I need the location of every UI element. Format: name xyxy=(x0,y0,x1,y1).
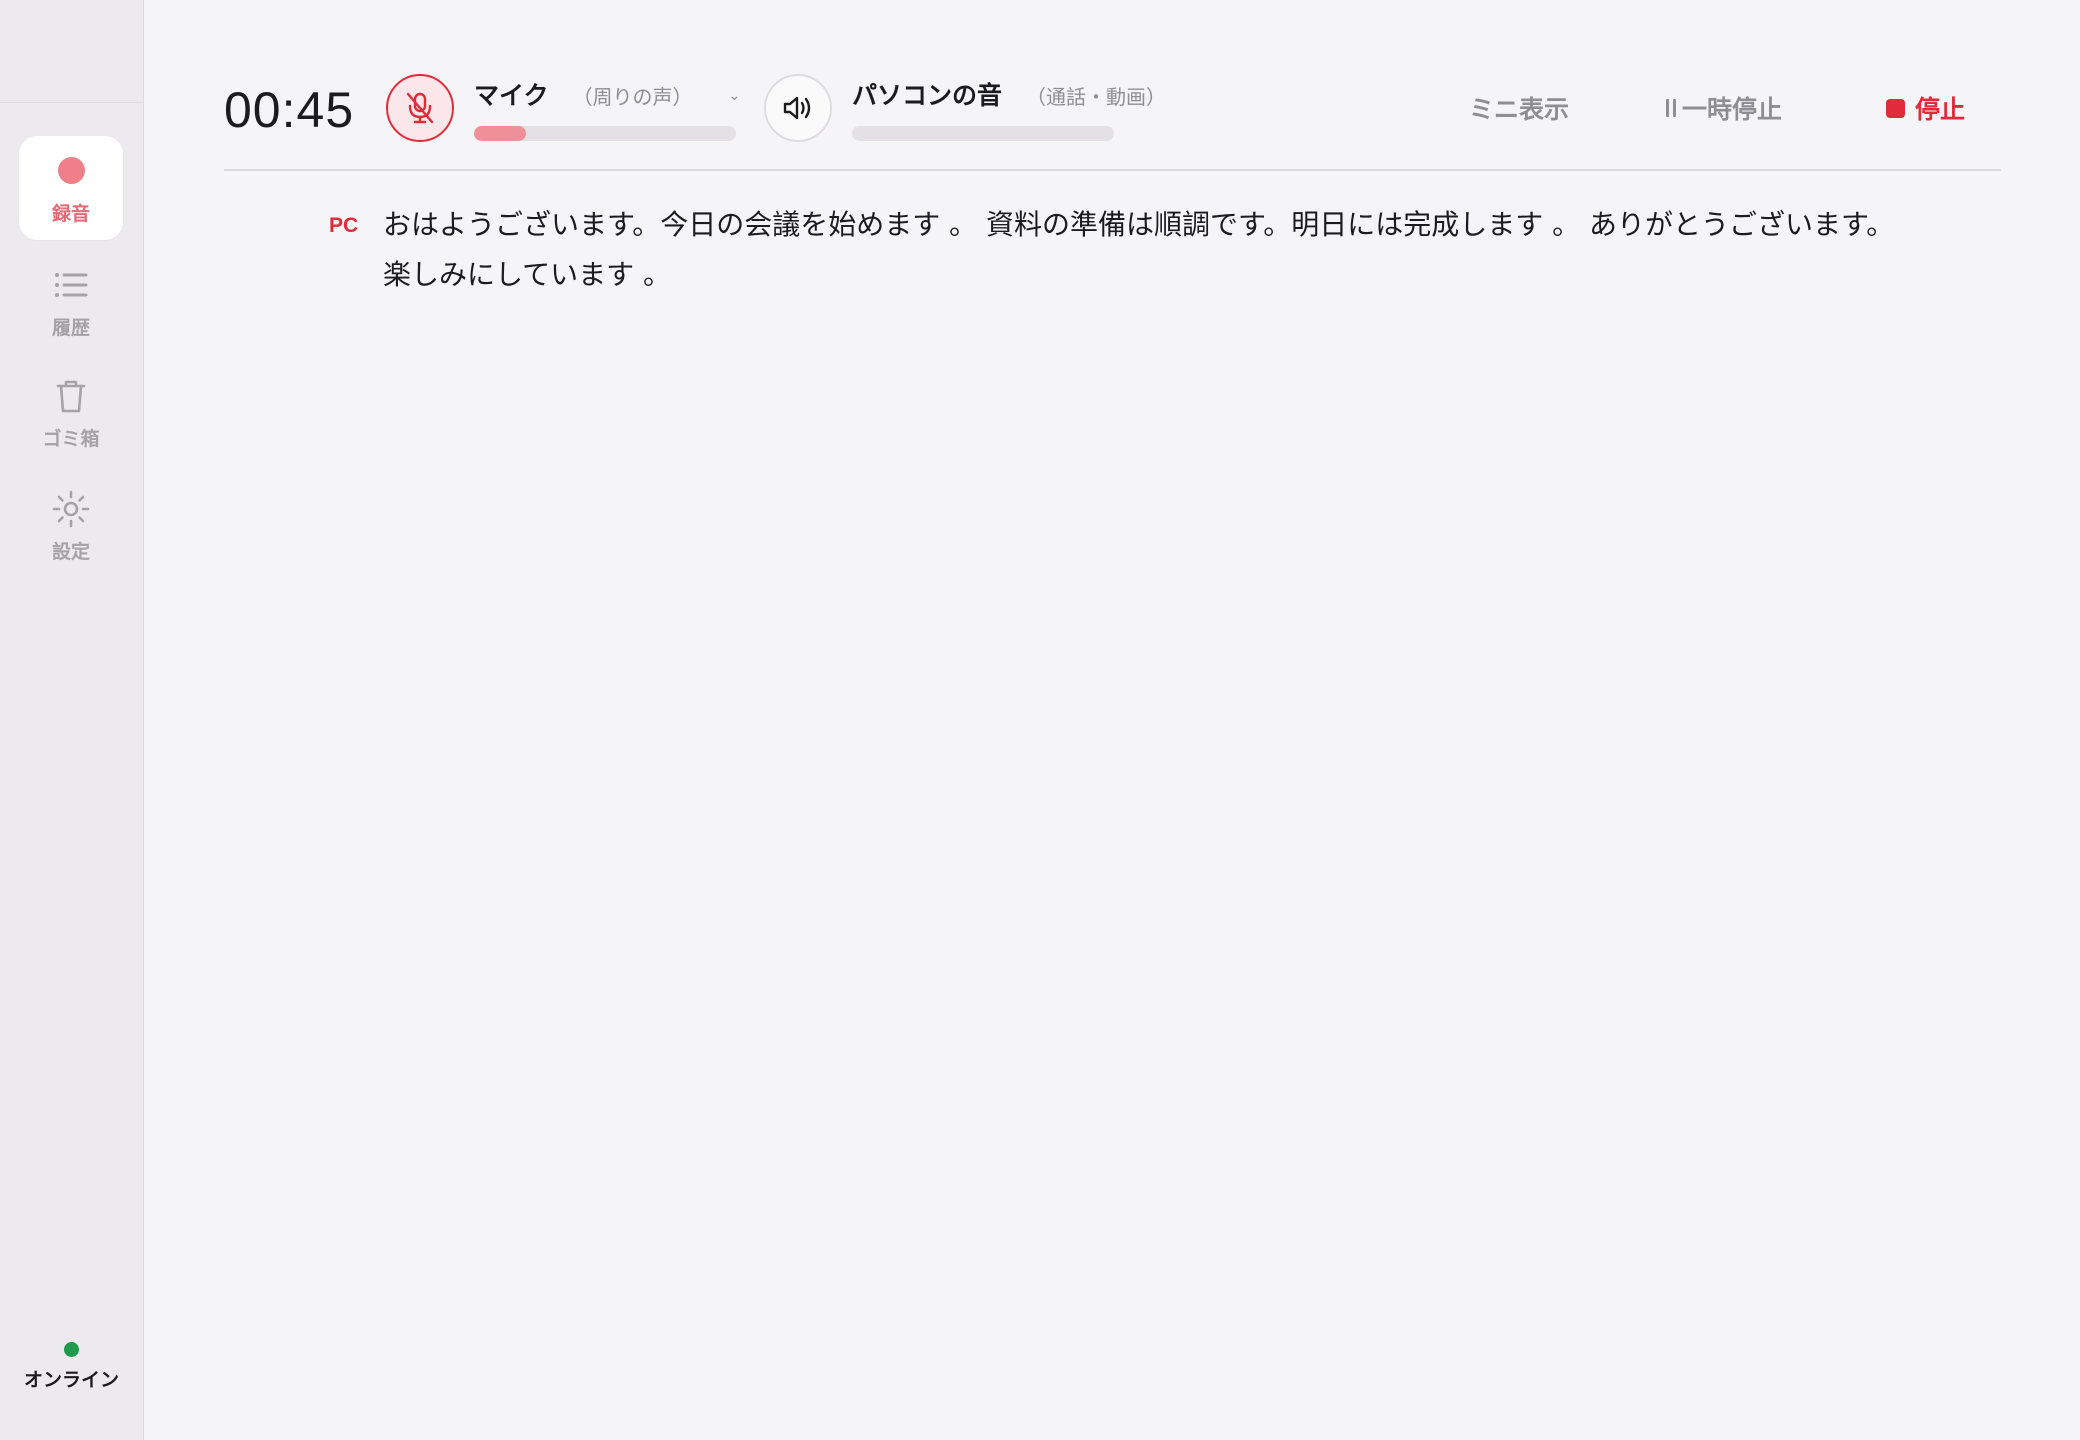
chevron-down-icon[interactable]: ⌄ xyxy=(729,88,741,104)
sidebar-item-history[interactable]: 履歴 xyxy=(19,250,123,354)
pause-label: 一時停止 xyxy=(1682,95,1783,124)
main-area: 00:45 マイク （周りの声） ⌄ パソコンの音 （通話・動画） ミニ表示 一… xyxy=(144,0,2080,1440)
stop-button[interactable]: 停止 xyxy=(1886,90,1965,126)
elapsed-timer: 00:45 xyxy=(224,82,355,138)
sidebar-item-label: 履歴 xyxy=(51,316,90,339)
pc-audio-source: パソコンの音 （通話・動画） xyxy=(852,76,1166,141)
mic-source: マイク （周りの声） ⌄ xyxy=(474,76,740,141)
sidebar-item-label: 録音 xyxy=(51,202,90,225)
list-icon xyxy=(51,265,91,305)
sidebar-item-settings[interactable]: 設定 xyxy=(19,474,123,578)
stop-label: 停止 xyxy=(1915,95,1966,124)
mic-level-fill xyxy=(474,126,527,141)
mic-toggle-button[interactable] xyxy=(386,74,454,142)
pause-icon xyxy=(1666,99,1676,117)
mini-view-button[interactable]: ミニ表示 xyxy=(1469,90,1569,126)
gear-icon xyxy=(51,489,91,529)
sidebar: 録音 履歴 ゴミ箱 設定 オンライン xyxy=(0,0,144,1440)
mic-level-meter xyxy=(474,126,736,141)
speaker-tag: PC xyxy=(329,214,359,237)
pc-audio-sublabel: （通話・動画） xyxy=(1026,85,1167,109)
recording-toolbar: 00:45 マイク （周りの声） ⌄ パソコンの音 （通話・動画） ミニ表示 一… xyxy=(224,58,2001,160)
mini-view-label: ミニ表示 xyxy=(1469,95,1570,124)
transcript-entry: PC おはようございます。今日の会議を始めます 。 資料の準備は順調です。明日に… xyxy=(329,200,1909,300)
mic-label: マイク xyxy=(474,81,549,110)
sidebar-item-label: 設定 xyxy=(51,540,90,563)
pc-audio-label: パソコンの音 xyxy=(852,81,1003,110)
sidebar-item-record[interactable]: 録音 xyxy=(19,136,123,240)
mic-sublabel: （周りの声） xyxy=(572,85,693,109)
record-icon xyxy=(51,151,91,191)
status-label: オンライン xyxy=(23,1369,119,1391)
mic-off-icon xyxy=(406,92,434,124)
sidebar-divider xyxy=(0,102,143,103)
toolbar-divider xyxy=(224,169,2001,171)
sidebar-item-trash[interactable]: ゴミ箱 xyxy=(19,361,123,465)
online-indicator xyxy=(64,1342,79,1357)
transcript-text: おはようございます。今日の会議を始めます 。 資料の準備は順調です。明日には完成… xyxy=(383,208,1895,291)
trash-icon xyxy=(51,376,91,416)
pc-audio-toggle-button[interactable] xyxy=(764,74,832,142)
stop-icon xyxy=(1886,98,1905,118)
speaker-icon xyxy=(783,96,811,120)
connection-status: オンライン xyxy=(0,1342,143,1392)
pc-audio-level-meter xyxy=(852,126,1114,141)
sidebar-item-label: ゴミ箱 xyxy=(42,427,100,450)
pause-button[interactable]: 一時停止 xyxy=(1666,90,1782,126)
